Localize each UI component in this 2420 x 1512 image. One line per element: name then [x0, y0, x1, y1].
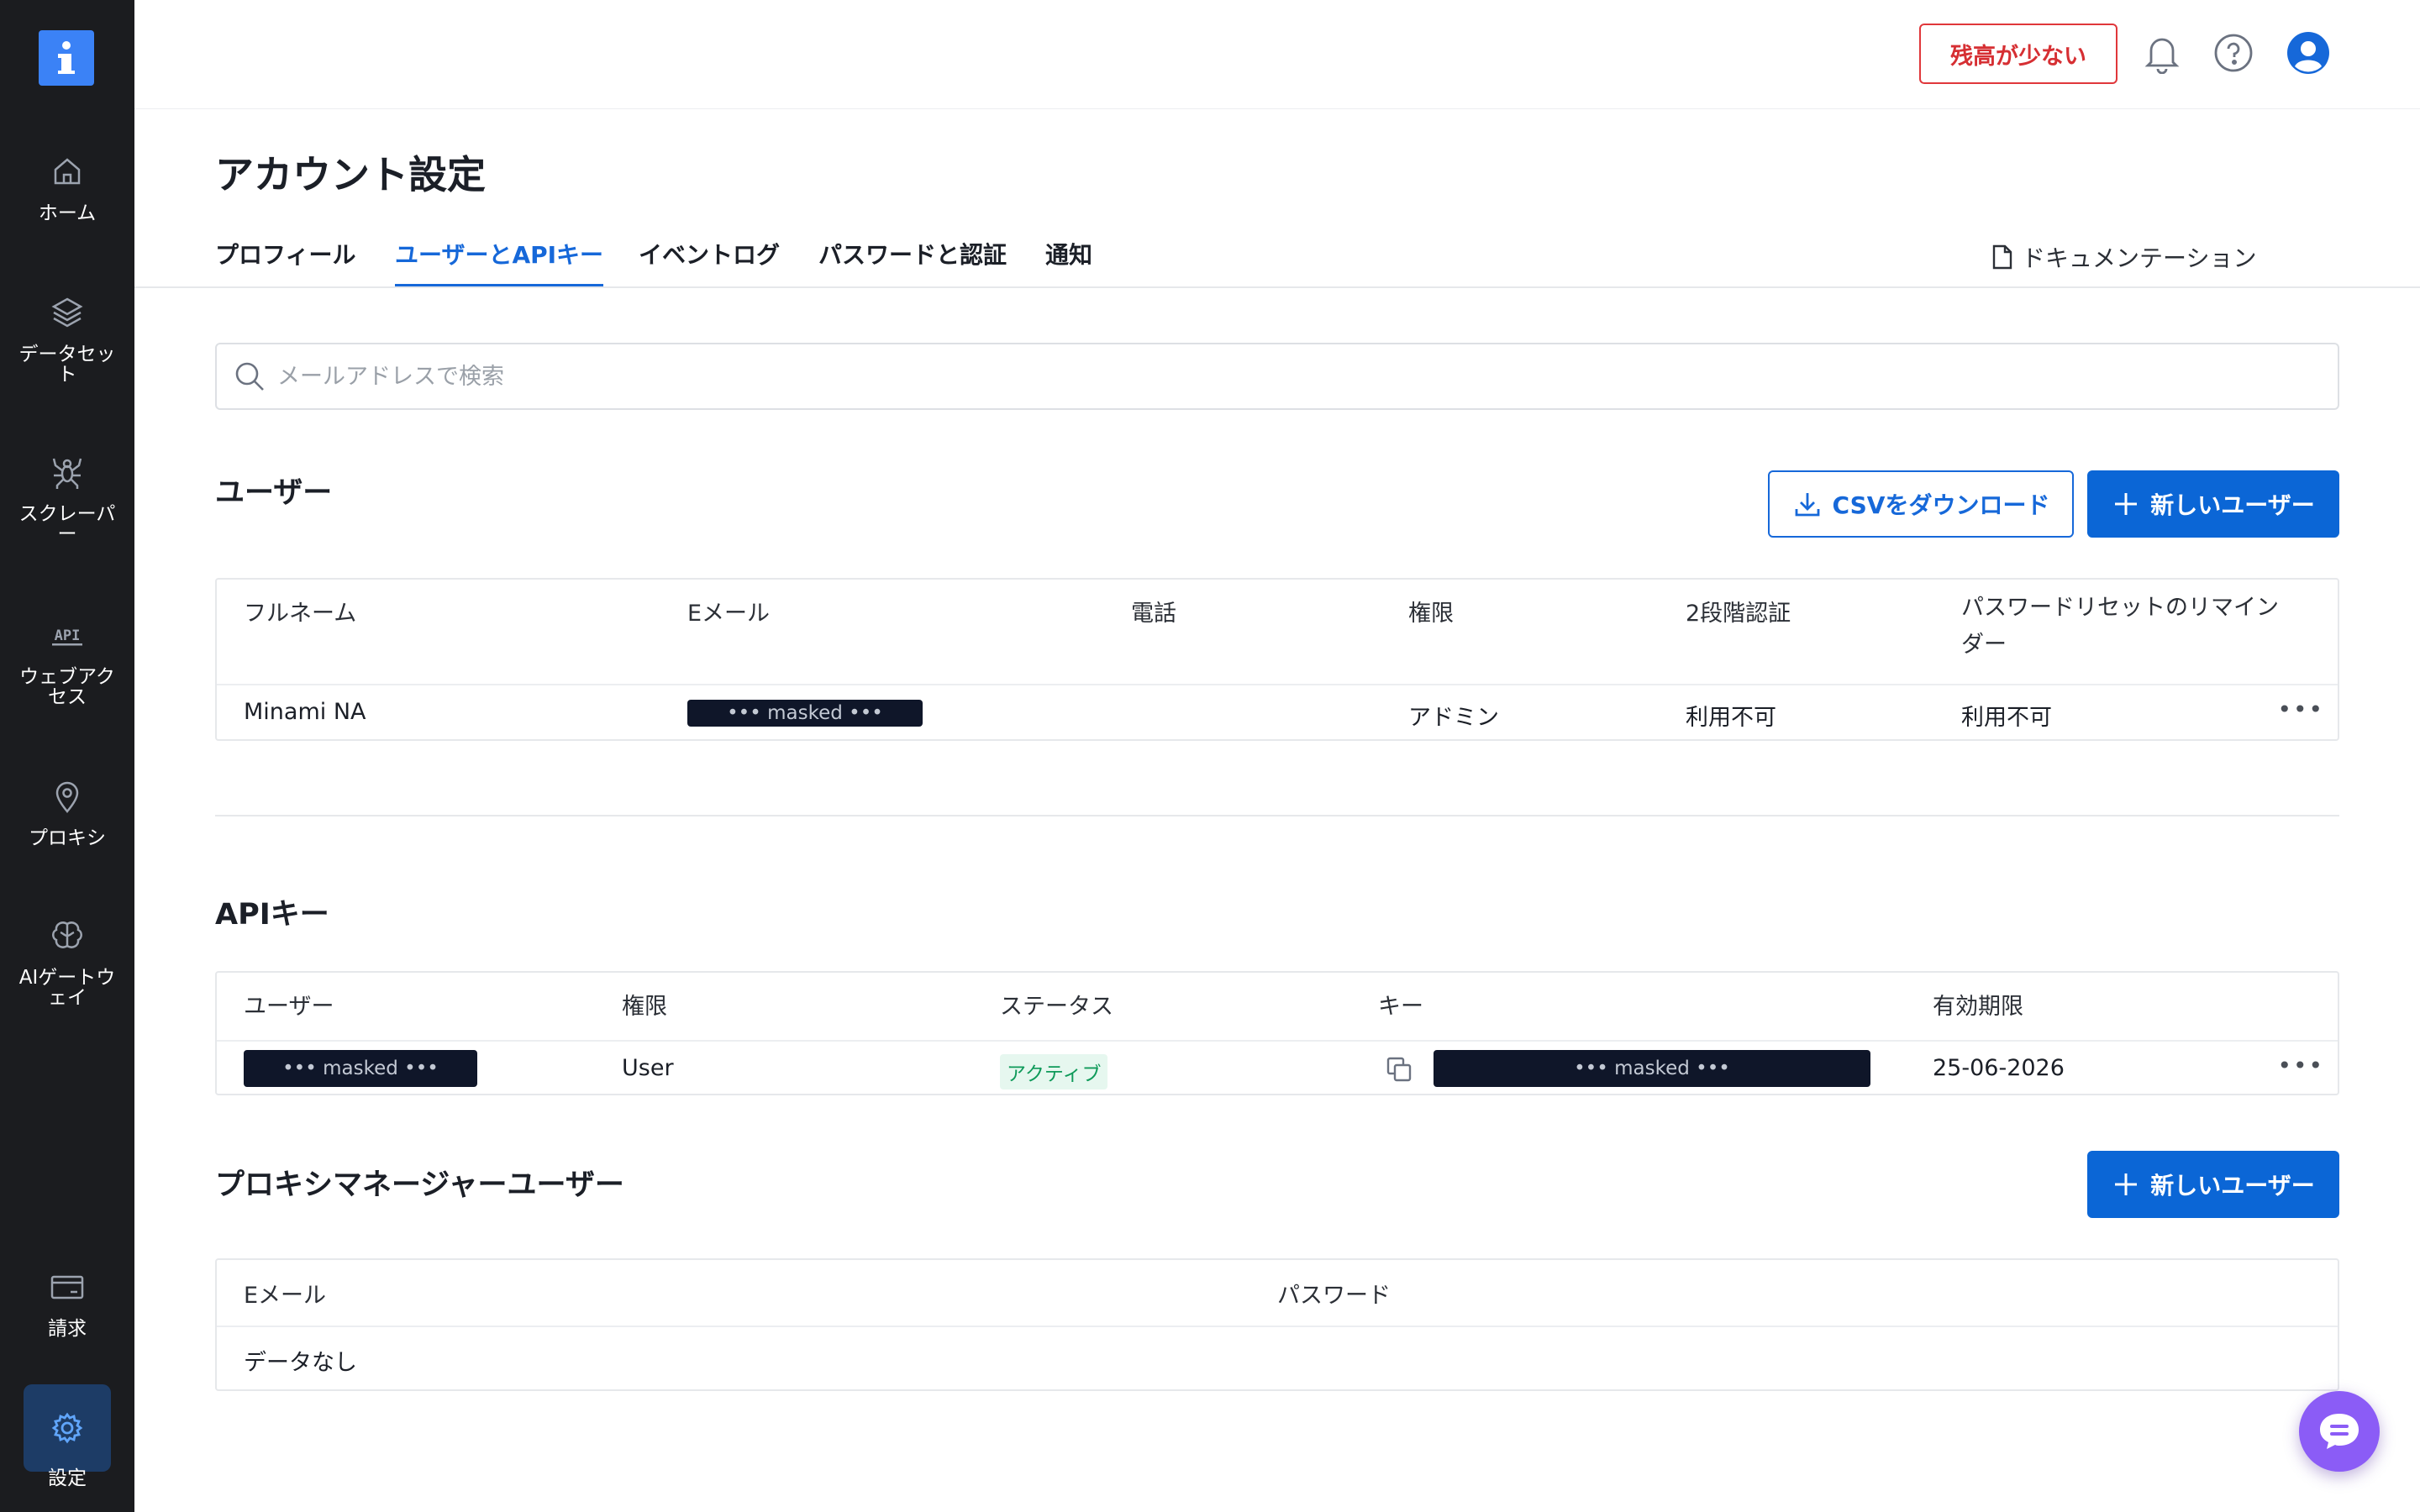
- tab-users-api-keys[interactable]: ユーザーとAPIキー: [395, 237, 604, 287]
- sidebar-item-datasets[interactable]: データセット: [0, 292, 134, 385]
- status-badge: アクティブ: [1000, 1054, 1108, 1089]
- search-icon: [235, 362, 264, 391]
- gear-icon: [51, 1412, 83, 1444]
- svg-text:API: API: [55, 627, 81, 644]
- sidebar-item-scrapers[interactable]: スクレーパー: [0, 452, 134, 544]
- users-table-header: フルネーム Eメール 電話 権限 2段階認証 パスワードリセットのリマインダー: [217, 580, 2338, 684]
- sidebar-item-web-access[interactable]: API ウェブアクセス: [0, 615, 134, 707]
- documentation-link[interactable]: ドキュメンテーション: [1990, 240, 2256, 274]
- api-keys-section-title: APIキー: [215, 898, 329, 932]
- help-icon[interactable]: [2209, 29, 2258, 77]
- user-reset-reminder: 利用不可: [1961, 705, 2052, 731]
- home-icon: [54, 158, 81, 185]
- tab-profile[interactable]: プロフィール: [215, 237, 355, 287]
- tab-notifications[interactable]: 通知: [1045, 237, 1092, 287]
- api-keys-table-header: ユーザー 権限 ステータス キー 有効期限: [217, 973, 2338, 1040]
- sidebar-item-label: 請求: [48, 1318, 87, 1340]
- sidebar-item-label: プロキシ: [29, 827, 106, 849]
- page-title: アカウント設定: [215, 152, 486, 197]
- section-divider: [215, 815, 2339, 816]
- plus-icon: [2115, 493, 2138, 515]
- column-header: キー: [1378, 994, 1423, 1020]
- low-balance-button[interactable]: 残高が少ない: [1919, 24, 2118, 84]
- empty-state-text: データなし: [244, 1350, 357, 1376]
- new-user-label: 新しいユーザー: [2150, 491, 2315, 519]
- table-row: ••• masked ••• User アクティブ ••• masked •••…: [217, 1040, 2338, 1095]
- sidebar: ホーム データセット スクレーパー API ウェブアクセス プロキシ AIゲート…: [0, 0, 134, 1512]
- column-header: 権限: [1408, 601, 1454, 627]
- api-keys-table: ユーザー 権限 ステータス キー 有効期限 ••• masked ••• Use…: [215, 971, 2339, 1095]
- location-pin-icon: [55, 781, 79, 813]
- api-key-user-masked: ••• masked •••: [244, 1050, 477, 1087]
- proxy-manager-section-title: プロキシマネージャーユーザー: [215, 1168, 624, 1202]
- api-key-expiry: 25-06-2026: [1933, 1055, 2065, 1081]
- column-header: 有効期限: [1933, 994, 2023, 1020]
- brain-icon: [52, 921, 82, 948]
- download-csv-label: CSVをダウンロード: [1832, 491, 2050, 519]
- tab-event-log[interactable]: イベントログ: [639, 237, 780, 287]
- plus-icon: [2115, 1173, 2138, 1195]
- sidebar-item-proxies[interactable]: プロキシ: [0, 776, 134, 848]
- new-proxy-user-button[interactable]: 新しいユーザー: [2087, 1151, 2339, 1218]
- bell-icon[interactable]: [2138, 29, 2186, 77]
- download-csv-button[interactable]: CSVをダウンロード: [1768, 470, 2074, 538]
- sidebar-item-label: 設定: [48, 1467, 87, 1489]
- api-key-value-masked: ••• masked •••: [1434, 1050, 1870, 1087]
- column-header: Eメール: [687, 601, 771, 627]
- copy-icon[interactable]: [1385, 1055, 1413, 1084]
- column-header: パスワード: [1277, 1283, 1391, 1309]
- row-more-menu-icon[interactable]: •••: [2277, 696, 2324, 723]
- column-header: ユーザー: [244, 994, 334, 1020]
- chat-support-button[interactable]: [2299, 1391, 2380, 1472]
- row-more-menu-icon[interactable]: •••: [2277, 1052, 2324, 1079]
- user-role: アドミン: [1408, 705, 1499, 731]
- user-email-masked: ••• masked •••: [687, 700, 923, 727]
- sidebar-item-billing[interactable]: 請求: [0, 1267, 134, 1339]
- users-table: フルネーム Eメール 電話 権限 2段階認証 パスワードリセットのリマインダー …: [215, 578, 2339, 741]
- sidebar-item-settings[interactable]: 設定: [0, 1408, 134, 1488]
- email-search-input[interactable]: [277, 363, 2210, 390]
- column-header: 電話: [1131, 601, 1176, 627]
- download-icon: [1795, 493, 1819, 517]
- user-avatar-icon[interactable]: [2284, 29, 2333, 77]
- empty-row: データなし: [217, 1326, 2338, 1389]
- email-search-box: [215, 343, 2339, 410]
- sidebar-item-label: ウェブアクセス: [19, 666, 115, 708]
- api-key-role: User: [622, 1055, 674, 1081]
- tab-password-auth[interactable]: パスワードと認証: [818, 237, 1007, 287]
- column-header: フルネーム: [244, 601, 357, 627]
- column-header: 権限: [622, 994, 667, 1020]
- document-icon: [1992, 244, 2012, 270]
- new-user-button[interactable]: 新しいユーザー: [2087, 470, 2339, 538]
- column-header: 2段階認証: [1686, 601, 1791, 627]
- table-row: Minami NA ••• masked ••• アドミン 利用不可 利用不可 …: [217, 684, 2338, 739]
- sidebar-item-label: ホーム: [38, 202, 97, 224]
- documentation-link-label: ドキュメンテーション: [2022, 244, 2257, 272]
- spider-icon: [52, 458, 82, 489]
- new-proxy-user-label: 新しいユーザー: [2150, 1172, 2315, 1200]
- proxy-users-table: Eメール パスワード データなし: [215, 1258, 2339, 1391]
- info-logo-icon[interactable]: [39, 30, 94, 86]
- sidebar-item-home[interactable]: ホーム: [0, 151, 134, 223]
- users-section-title: ユーザー: [215, 476, 333, 510]
- column-header: Eメール: [244, 1283, 327, 1309]
- credit-card-icon: [50, 1275, 84, 1299]
- proxy-users-table-header: Eメール パスワード: [217, 1260, 2338, 1326]
- sidebar-item-ai-gateway[interactable]: AIゲートウェイ: [0, 916, 134, 1008]
- sidebar-item-label: データセット: [18, 344, 116, 386]
- user-full-name: Minami NA: [244, 699, 366, 725]
- user-two-factor: 利用不可: [1686, 705, 1776, 731]
- layers-icon: [51, 297, 83, 328]
- chat-icon: [2320, 1414, 2359, 1449]
- api-icon: API: [52, 627, 82, 646]
- tabs-divider: [134, 286, 2420, 288]
- sidebar-item-label: スクレーパー: [18, 503, 116, 545]
- column-header: ステータス: [1000, 994, 1113, 1020]
- column-header: パスワードリセットのリマインダー: [1961, 595, 2279, 658]
- sidebar-item-label: AIゲートウェイ: [18, 967, 116, 1009]
